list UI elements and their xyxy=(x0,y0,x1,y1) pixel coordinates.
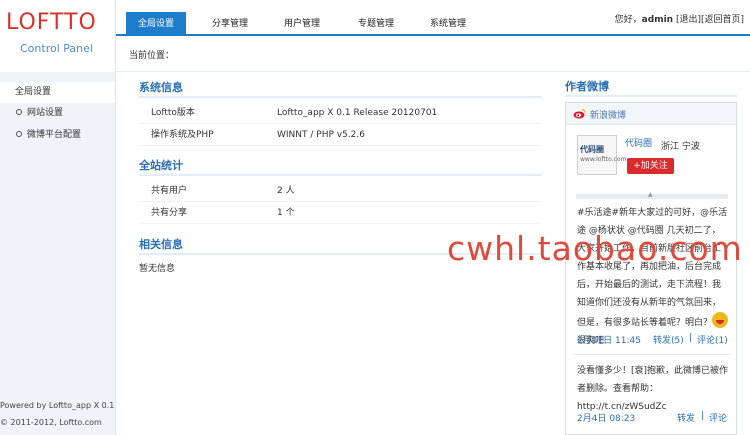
logout-link[interactable]: [退出] xyxy=(676,15,701,25)
tab-system-manage[interactable]: 系统管理 xyxy=(418,12,478,36)
row-value: Loftto_app X 0.1 Release 20120701 xyxy=(277,108,438,118)
table-row: Loftto版本 Loftto_app X 0.1 Release 201207… xyxy=(139,102,541,124)
table-row: 共有用户 2 人 xyxy=(139,180,541,202)
related-info-title: 相关信息 xyxy=(139,238,183,251)
scroll-up-handle[interactable]: ▲ xyxy=(576,191,728,199)
meta-separator: | xyxy=(701,411,705,421)
laugh-emoji-icon xyxy=(712,312,729,328)
chevron-up-icon: ▲ xyxy=(648,191,653,198)
sidebar-item-site-settings[interactable]: 网站设置 xyxy=(0,103,115,124)
circle-icon xyxy=(16,131,22,137)
logo-subtitle: Control Panel xyxy=(20,42,93,55)
back-home-link[interactable]: [返回首页] xyxy=(701,15,744,25)
divider xyxy=(574,354,730,355)
post-text: #乐活途#新年大家过的可好，@乐活途 @杨状状 @代码圈 几天初二了，大家开始工… xyxy=(577,208,728,328)
user-bar: 您好，admin [退出][返回首页] xyxy=(615,12,744,25)
powered-by: Powered by Loftto_app X 0.1 xyxy=(0,401,115,410)
sidebar: 全局设置 网站设置 微博平台配置 Powered by Loftto_app X… xyxy=(0,72,116,435)
tab-global-settings[interactable]: 全局设置 xyxy=(126,12,186,36)
sidebar-item-label: 全局设置 xyxy=(15,87,52,97)
site-stats-title: 全站统计 xyxy=(139,159,183,172)
greeting: 您好， xyxy=(614,15,642,25)
table-row: 共有分享 1 个 xyxy=(139,202,541,224)
sidebar-item-label: 网站设置 xyxy=(27,108,64,118)
system-info-title: 系统信息 xyxy=(139,81,183,94)
weibo-user-name[interactable]: 代码圈 xyxy=(625,136,652,149)
post-text: 没看懂多少！[衰]抱歉，此微博已被作者删除。查看帮助：http://t.cn/z… xyxy=(577,366,729,412)
username: admin xyxy=(641,15,674,25)
tab-user-manage[interactable]: 用户管理 xyxy=(272,12,332,36)
watermark: cwhl.taobao.com xyxy=(447,229,743,268)
avatar-subtext: www.loftto.com xyxy=(580,156,627,163)
row-key: Loftto版本 xyxy=(151,108,195,118)
divider xyxy=(565,95,737,97)
post-date[interactable]: 2月11日 11:45 xyxy=(577,333,641,346)
row-key: 共有分享 xyxy=(151,208,188,218)
row-value: 2 人 xyxy=(277,186,295,196)
breadcrumb-label: 当前位置： xyxy=(129,51,175,61)
divider xyxy=(139,96,541,98)
divider xyxy=(139,174,541,176)
related-info-text: 暂无信息 xyxy=(139,264,176,274)
tab-share-manage[interactable]: 分享管理 xyxy=(200,12,260,36)
follow-button[interactable]: +加关注 xyxy=(627,158,674,174)
row-key: 共有用户 xyxy=(151,186,188,196)
breadcrumb: 当前位置： xyxy=(116,38,750,72)
avatar[interactable]: 代码圈 www.loftto.com xyxy=(577,135,626,175)
logo: LOFTTO Control Panel xyxy=(0,0,116,72)
table-row: 操作系统及PHP WINNT / PHP v5.2.6 xyxy=(139,124,541,146)
avatar-text: 代码圈 xyxy=(580,145,604,154)
weibo-post: 没看懂多少！[衰]抱歉，此微博已被作者删除。查看帮助：http://t.cn/z… xyxy=(577,362,729,416)
weibo-widget-label[interactable]: 新浪微博 xyxy=(590,108,626,121)
repost-link[interactable]: 转发(5) xyxy=(653,333,684,346)
circle-icon xyxy=(16,109,22,115)
meta-separator: | xyxy=(689,333,693,343)
logo-title: LOFTTO xyxy=(6,10,97,35)
post-date[interactable]: 2月4日 08:23 xyxy=(577,411,635,424)
row-value: WINNT / PHP v5.2.6 xyxy=(277,130,365,140)
row-value: 1 个 xyxy=(277,208,295,218)
sidebar-item-label: 微博平台配置 xyxy=(27,130,82,140)
weibo-icon xyxy=(573,108,586,119)
comment-link[interactable]: 评论(1) xyxy=(697,333,728,346)
weibo-user-location: 浙江 宁波 xyxy=(661,142,700,152)
row-key: 操作系统及PHP xyxy=(151,130,214,140)
weibo-widget-header: 新浪微博 xyxy=(566,103,736,125)
weibo-section-title: 作者微博 xyxy=(565,80,609,93)
sidebar-item-weibo-config[interactable]: 微博平台配置 xyxy=(0,125,115,146)
tab-topic-manage[interactable]: 专题管理 xyxy=(346,12,406,36)
repost-link[interactable]: 转发 xyxy=(677,411,695,424)
sidebar-item-global-settings[interactable]: 全局设置 xyxy=(0,82,115,103)
weibo-widget: 新浪微博 代码圈 www.loftto.com 代码圈 浙江 宁波 +加关注 ▲… xyxy=(565,102,737,435)
copyright: © 2011-2012, Loftto.com xyxy=(0,418,102,427)
comment-link[interactable]: 评论 xyxy=(709,411,727,424)
